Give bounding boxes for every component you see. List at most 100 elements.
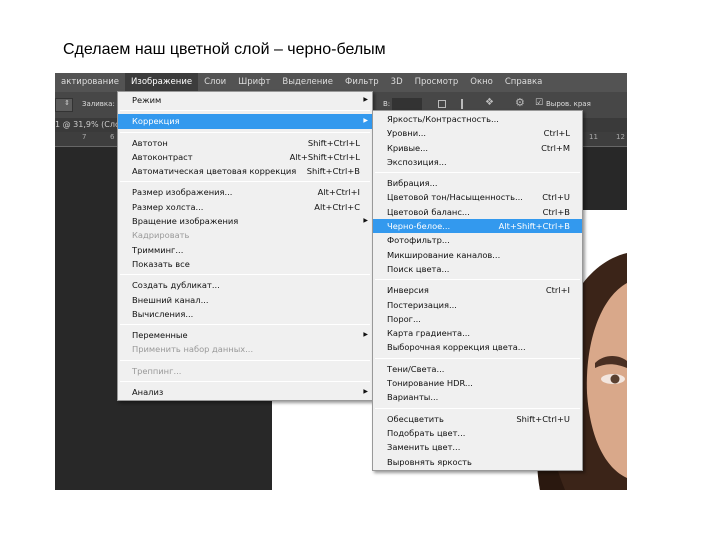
menu-item[interactable]: Карта градиента...	[373, 326, 582, 340]
menu-item-label: Создать дубликат...	[132, 280, 220, 291]
menu-item[interactable]: Выборочная коррекция цвета...	[373, 340, 582, 354]
menu-item-label: Вращение изображения	[132, 216, 239, 227]
menu-item[interactable]: Тонирование HDR...	[373, 376, 582, 390]
menu-item-shortcut: Ctrl+U	[542, 192, 570, 203]
image-menu: Режим ▶ Коррекция ▶ Автотон Shift+Ctrl+L Авток…	[117, 91, 373, 402]
menu-item[interactable]: Автоматическая цветовая коррекция Shift+C…	[118, 164, 372, 178]
menu-item-shortcut: Shift+Ctrl+B	[306, 166, 360, 177]
size-stepper[interactable]: ⇕	[55, 98, 73, 112]
menu-item-label: Вычисления...	[132, 308, 194, 319]
menu-item-label: Варианты...	[387, 392, 439, 403]
menu-item[interactable]: Коррекция ▶	[118, 114, 372, 129]
menu-item-label: Внешний канал...	[132, 294, 209, 305]
menubar-item[interactable]: Выделение	[276, 73, 339, 92]
ruler-tick: 7	[82, 133, 87, 141]
menu-item[interactable]: Создать дубликат...	[118, 278, 372, 292]
menu-item[interactable]: Размер холста... Alt+Ctrl+C	[118, 200, 372, 214]
menu-item[interactable]: Обесцветить Shift+Ctrl+U	[373, 412, 582, 426]
menu-item[interactable]: Переменные ▶	[118, 328, 372, 342]
menu-bar: актирование Изображение Слои Шрифт Выделение…	[55, 73, 627, 92]
menu-item[interactable]: Размер изображения... Alt+Ctrl+I	[118, 185, 372, 199]
menu-item[interactable]: Порог...	[373, 312, 582, 326]
menu-item[interactable]: Цветовой тон/Насыщенность... Ctrl+U	[373, 190, 582, 204]
menu-item[interactable]: Яркость/Контрастность...	[373, 112, 582, 126]
menu-separator	[120, 274, 370, 276]
menu-item[interactable]: Фотофильтр...	[373, 233, 582, 247]
menu-item[interactable]: Тени/Света...	[373, 362, 582, 376]
fill-label: Заливка:	[82, 100, 115, 108]
menu-item[interactable]: Черно-белое... Alt+Shift+Ctrl+B	[373, 219, 582, 234]
menu-item-label: Экспозиция...	[387, 156, 447, 167]
menubar-item[interactable]: Окно	[464, 73, 499, 92]
menu-item[interactable]: Режим ▶	[118, 93, 372, 107]
menubar-item[interactable]: Слои	[198, 73, 232, 92]
menu-item[interactable]: Вращение изображения ▶	[118, 214, 372, 228]
menu-separator	[120, 110, 370, 112]
menu-item[interactable]: Цветовой баланс... Ctrl+B	[373, 205, 582, 219]
menu-item[interactable]: Треппинг...	[118, 364, 372, 378]
menu-item[interactable]: Вычисления...	[118, 307, 372, 321]
menu-item[interactable]: Заменить цвет...	[373, 440, 582, 454]
menubar-item[interactable]: Фильтр	[339, 73, 385, 92]
document-canvas-top	[580, 210, 627, 220]
menu-item[interactable]: Кадрировать	[118, 228, 372, 242]
menu-item[interactable]: Варианты...	[373, 390, 582, 404]
ruler-tick: 6	[110, 133, 115, 141]
menu-item[interactable]: Вибрация...	[373, 176, 582, 190]
menu-item[interactable]: Применить набор данных...	[118, 342, 372, 356]
menubar-item[interactable]: Изображение	[124, 73, 199, 92]
menu-separator	[375, 279, 580, 281]
correction-submenu: Яркость/Контрастность... Уровни... Ctrl+L К…	[372, 110, 583, 471]
menu-item[interactable]: Анализ ▶	[118, 385, 372, 399]
menu-item-label: Автоматическая цветовая коррекция	[132, 166, 297, 177]
menu-separator	[120, 381, 370, 383]
menu-item-label: Коррекция	[132, 116, 180, 127]
menubar-item[interactable]: 3D	[385, 73, 409, 92]
menu-separator	[375, 407, 580, 409]
menu-item-label: Фотофильтр...	[387, 235, 450, 246]
ruler-tick: 12	[616, 133, 625, 141]
menubar-item[interactable]: Просмотр	[409, 73, 465, 92]
photoshop-screenshot: актирование Изображение Слои Шрифт Выделение…	[55, 73, 627, 490]
menubar-item[interactable]: Шрифт	[232, 73, 276, 92]
menu-item[interactable]: Показать все	[118, 257, 372, 271]
menu-item[interactable]: Автотон Shift+Ctrl+L	[118, 136, 372, 150]
submenu-arrow-icon: ▶	[363, 96, 368, 103]
menu-item[interactable]: Внешний канал...	[118, 293, 372, 307]
menu-item[interactable]: Поиск цвета...	[373, 262, 582, 276]
menu-item-label: Анализ	[132, 387, 164, 398]
menubar-item[interactable]: актирование	[55, 73, 125, 92]
submenu-arrow-icon: ▶	[363, 331, 368, 339]
menu-item[interactable]: Постеризация...	[373, 298, 582, 312]
menu-item-label: Цветовой тон/Насыщенность...	[387, 192, 523, 203]
menu-item-label: Яркость/Контрастность...	[387, 114, 499, 124]
align-icon[interactable]	[461, 99, 468, 109]
menu-item-label: Автотон	[132, 137, 168, 148]
menu-item-label: Показать все	[132, 258, 190, 269]
menu-item[interactable]: Кривые... Ctrl+M	[373, 141, 582, 155]
menu-item-label: Порог...	[387, 313, 421, 324]
menu-item-label: Кадрировать	[132, 230, 190, 241]
square-icon[interactable]	[438, 100, 446, 108]
menu-item[interactable]: Уровни... Ctrl+L	[373, 126, 582, 140]
b-label: В:	[383, 100, 391, 108]
menu-item-shortcut: Ctrl+B	[542, 206, 570, 217]
menu-item[interactable]: Выровнять яркость	[373, 455, 582, 469]
menu-item-shortcut: Shift+Ctrl+L	[307, 137, 360, 148]
menu-item[interactable]: Автоконтраст Alt+Shift+Ctrl+L	[118, 150, 372, 164]
menu-item[interactable]: Инверсия Ctrl+I	[373, 283, 582, 297]
menu-item-shortcut: Alt+Ctrl+I	[317, 187, 360, 198]
gear-icon[interactable]: ⚙	[515, 96, 525, 109]
menu-separator	[120, 324, 370, 326]
menubar-item[interactable]: Справка	[499, 73, 548, 92]
menu-item[interactable]: Подобрать цвет...	[373, 426, 582, 440]
menu-item[interactable]: Микширование каналов...	[373, 248, 582, 262]
menu-item-label: Карта градиента...	[387, 328, 470, 339]
layers-icon[interactable]: ❖	[485, 97, 494, 108]
menu-item-shortcut: Alt+Ctrl+C	[314, 201, 360, 212]
menu-item-label: Треппинг...	[132, 365, 182, 376]
refine-edge-checkbox[interactable]: ☑	[535, 98, 543, 108]
menu-item-label: Применить набор данных...	[132, 344, 254, 355]
menu-item[interactable]: Тримминг...	[118, 243, 372, 257]
menu-item[interactable]: Экспозиция...	[373, 155, 582, 169]
